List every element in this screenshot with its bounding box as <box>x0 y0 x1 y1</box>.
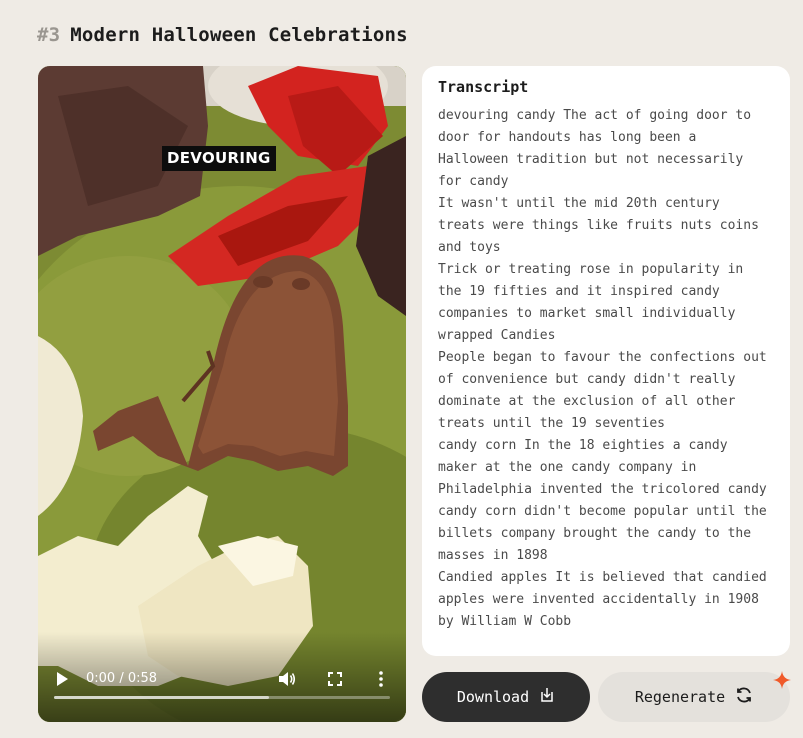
download-tray-icon <box>539 687 555 707</box>
more-vertical-icon[interactable] <box>372 668 390 690</box>
download-button-label: Download <box>456 688 530 706</box>
transcript-text: devouring candy The act of going door to… <box>438 108 767 629</box>
transcript-title: Transcript <box>438 78 529 96</box>
regenerate-button-label: Regenerate <box>634 688 726 706</box>
refresh-icon <box>735 686 753 708</box>
page: #3 Modern Halloween Celebrations DEVOURI… <box>0 0 803 738</box>
play-icon[interactable] <box>54 670 70 688</box>
section-number: #3 <box>37 24 61 46</box>
video-progress-bar[interactable] <box>54 696 390 699</box>
video-controls: 0:00 / 0:58 <box>38 658 406 722</box>
video-caption: DEVOURING <box>162 146 276 171</box>
section-heading: #3 Modern Halloween Celebrations <box>37 24 408 46</box>
section-title: Modern Halloween Celebrations <box>70 24 408 46</box>
video-player[interactable]: DEVOURING 0:00 / 0:58 <box>38 66 406 722</box>
download-button[interactable]: Download <box>422 672 590 722</box>
regenerate-button[interactable]: Regenerate <box>598 672 790 722</box>
volume-icon[interactable] <box>276 668 298 690</box>
sparkle-icon <box>773 671 791 689</box>
fullscreen-icon[interactable] <box>325 669 345 689</box>
video-buffer-fill <box>54 696 270 699</box>
video-time: 0:00 / 0:58 <box>86 671 158 686</box>
transcript-card: Transcript devouring candy The act of go… <box>422 66 790 656</box>
